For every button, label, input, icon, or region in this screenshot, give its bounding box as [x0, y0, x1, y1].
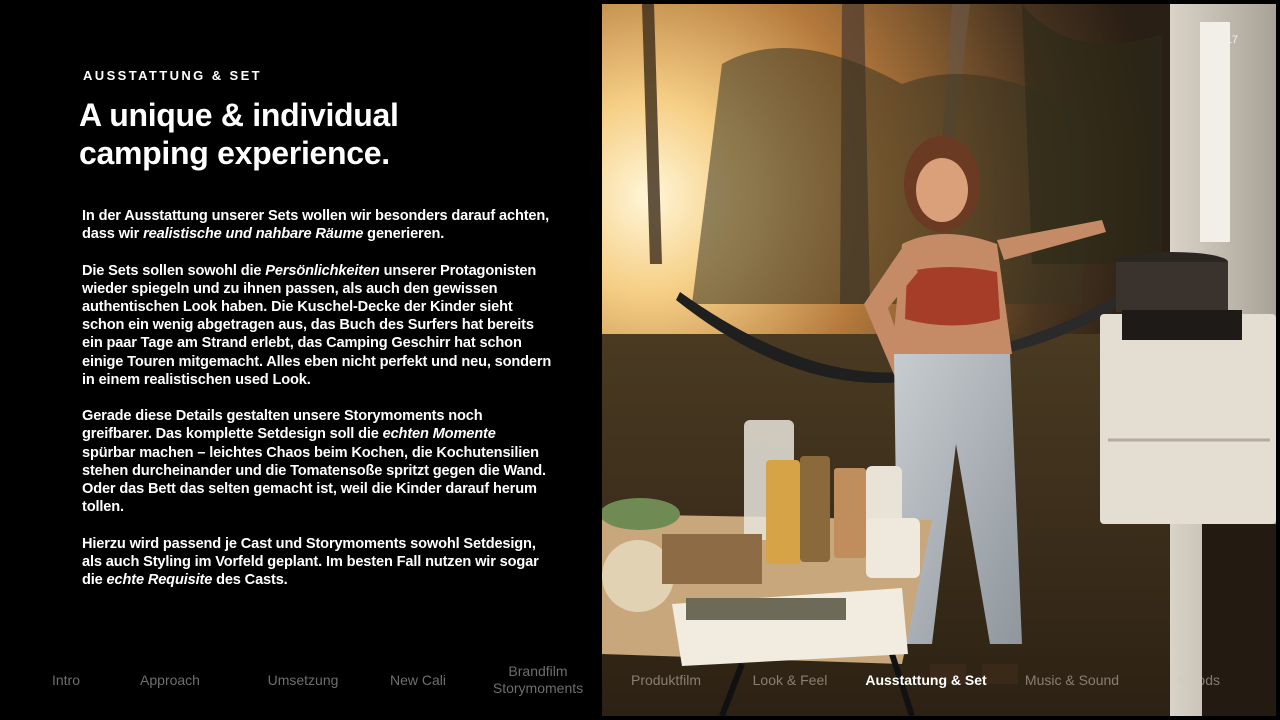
section-eyebrow: AUSSTATTUNG & SET: [83, 68, 262, 83]
headline-line-1: A unique & individual: [79, 97, 399, 133]
paragraph-3: Gerade diese Details gestalten unsere St…: [82, 408, 546, 516]
nav-item-new-cali[interactable]: New Cali: [374, 655, 462, 705]
nav-item-music-sound[interactable]: Music & Sound: [1014, 655, 1130, 705]
body-copy: In der Ausstattung unserer Sets wollen w…: [82, 207, 552, 607]
nav-item-moods[interactable]: Moods: [1164, 655, 1234, 705]
headline-line-2: camping experience.: [79, 135, 390, 171]
nav-item-produktfilm[interactable]: Produktfilm: [616, 655, 716, 705]
paragraph-4: Hierzu wird passend je Cast und Storymom…: [82, 535, 539, 589]
nav-item-ausstattung-set[interactable]: Ausstattung & Set: [856, 655, 996, 705]
nav-item-intro[interactable]: Intro: [30, 655, 102, 705]
page-number: 17: [1225, 34, 1238, 46]
section-nav: Intro Approach Umsetzung New Cali Brandf…: [0, 655, 1280, 705]
nav-item-brandfilm-storymoments[interactable]: Brandfilm Storymoments: [478, 655, 598, 705]
nav-item-umsetzung[interactable]: Umsetzung: [246, 655, 360, 705]
nav-item-approach[interactable]: Approach: [120, 655, 220, 705]
paragraph-1: In der Ausstattung unserer Sets wollen w…: [82, 208, 550, 243]
text-panel: AUSSTATTUNG & SET A unique & individual …: [0, 0, 600, 720]
woman-cooking-at-campervan-photo: 17: [602, 4, 1276, 716]
paragraph-2: Die Sets sollen sowohl die Persönlichkei…: [82, 262, 552, 388]
nav-item-look-and-feel[interactable]: Look & Feel: [738, 655, 842, 705]
page-title: A unique & individual camping experience…: [79, 96, 559, 172]
